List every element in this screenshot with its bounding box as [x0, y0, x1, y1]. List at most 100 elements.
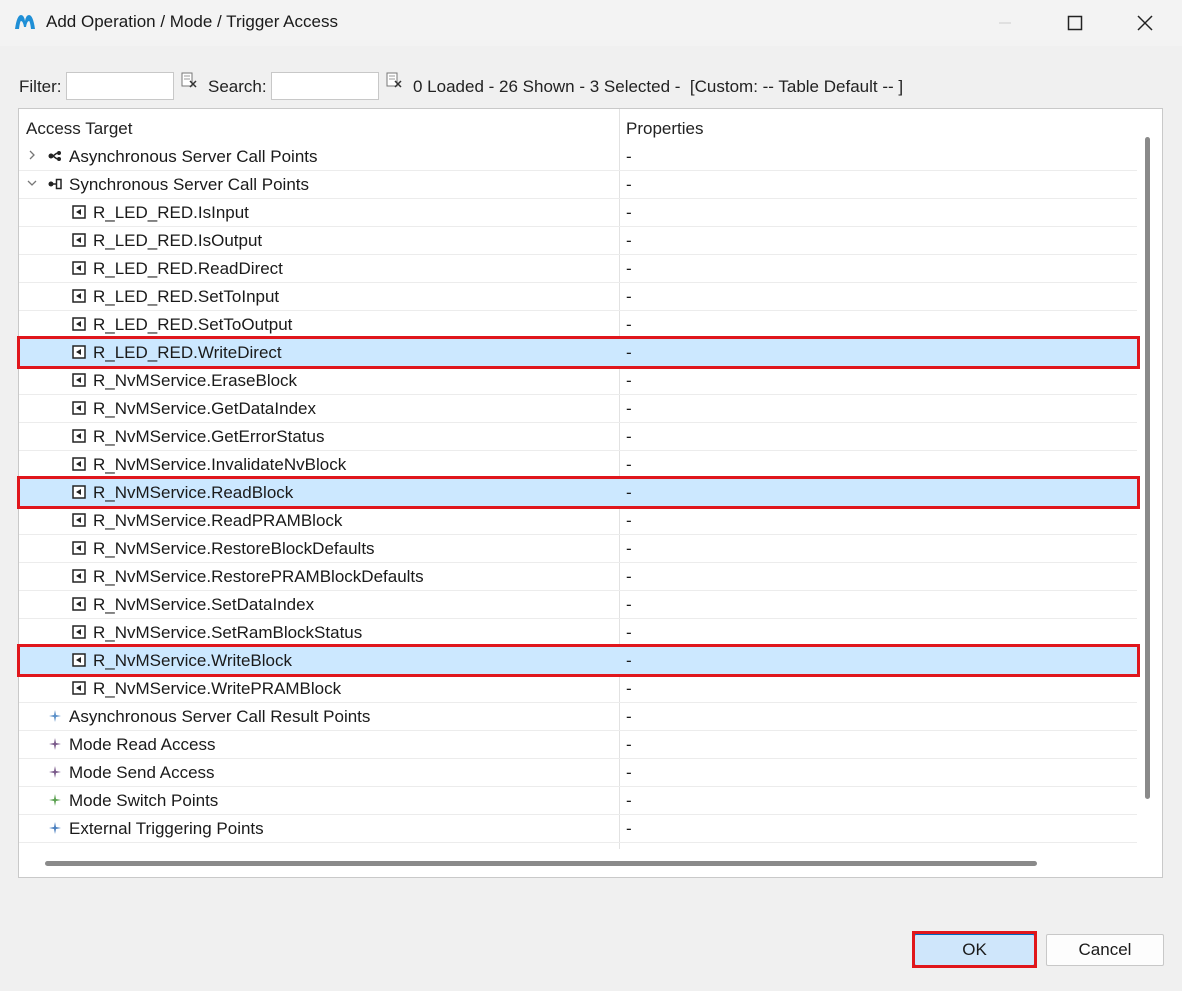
clear-filter-icon[interactable] [181, 72, 197, 88]
row-label: R_NvMService.RestorePRAMBlockDefaults [93, 567, 424, 586]
table-row[interactable]: Mode Read Access - [19, 731, 1137, 759]
operation-icon [72, 597, 86, 611]
sync-server-call-icon [48, 178, 62, 190]
row-label: R_LED_RED.SetToInput [93, 287, 280, 306]
maximize-icon [1067, 15, 1083, 31]
table-row[interactable]: R_NvMService.RestoreBlockDefaults - [19, 535, 1137, 563]
clear-search-icon[interactable] [386, 72, 402, 88]
operation-icon [72, 317, 86, 331]
table-row[interactable]: R_NvMService.GetDataIndex - [19, 395, 1137, 423]
sparkle-icon [49, 710, 61, 722]
chevron-down-icon[interactable] [26, 176, 38, 190]
row-label: R_LED_RED.SetToOutput [93, 315, 293, 334]
title-bar: Add Operation / Mode / Trigger Access [0, 0, 1182, 46]
row-property: - [626, 287, 632, 306]
row-property: - [626, 511, 632, 530]
sparkle-icon [49, 822, 61, 834]
table-row[interactable]: R_NvMService.RestorePRAMBlockDefaults - [19, 563, 1137, 591]
table-row[interactable]: R_NvMService.WriteBlock - [19, 647, 1137, 675]
row-property: - [626, 763, 632, 782]
close-icon [1137, 15, 1153, 31]
operation-icon [72, 569, 86, 583]
row-property: - [626, 427, 632, 446]
row-label: R_LED_RED.IsOutput [93, 231, 263, 250]
close-button[interactable] [1110, 0, 1180, 46]
filter-label: Filter: [19, 77, 62, 96]
row-label: R_NvMService.EraseBlock [93, 371, 298, 390]
row-property: - [626, 819, 632, 838]
table-row[interactable]: Asynchronous Server Call Points - [19, 143, 1137, 171]
row-label: R_NvMService.GetDataIndex [93, 399, 316, 418]
cancel-button[interactable]: Cancel [1046, 934, 1164, 966]
operation-icon [72, 625, 86, 639]
row-property: - [626, 371, 632, 390]
table-row[interactable]: Mode Send Access - [19, 759, 1137, 787]
horizontal-scrollbar[interactable] [45, 861, 1037, 866]
row-label: R_NvMService.WriteBlock [93, 651, 293, 670]
row-label: R_NvMService.InvalidateNvBlock [93, 455, 347, 474]
table-row[interactable]: R_NvMService.ReadBlock - [19, 479, 1137, 507]
table-row[interactable]: R_NvMService.WritePRAMBlock - [19, 675, 1137, 703]
operation-icon [72, 653, 86, 667]
chevron-right-icon[interactable] [26, 148, 38, 162]
row-label: Mode Switch Points [69, 791, 219, 810]
row-property: - [626, 259, 632, 278]
vertical-scrollbar[interactable] [1145, 137, 1150, 799]
row-property: - [626, 175, 632, 194]
table-header: Access Target Properties [19, 109, 1139, 143]
table-row[interactable]: R_NvMService.ReadPRAMBlock - [19, 507, 1137, 535]
ok-button[interactable]: OK [914, 934, 1035, 966]
row-label: R_NvMService.ReadBlock [93, 483, 294, 502]
row-property: - [626, 483, 632, 502]
maximize-button[interactable] [1040, 0, 1110, 46]
filter-input[interactable] [66, 72, 174, 100]
table-row[interactable]: R_LED_RED.IsInput - [19, 199, 1137, 227]
column-header-access-target[interactable]: Access Target [26, 119, 132, 139]
access-target-table: Access Target Properties Asynchronous Se… [18, 108, 1163, 878]
operation-icon [72, 513, 86, 527]
row-label: Mode Send Access [69, 763, 215, 782]
minimize-button[interactable] [970, 0, 1040, 46]
row-label: R_LED_RED.IsInput [93, 203, 249, 222]
table-row[interactable]: R_LED_RED.SetToOutput - [19, 311, 1137, 339]
table-row[interactable]: Mode Switch Points - [19, 787, 1137, 815]
table-row[interactable]: R_LED_RED.ReadDirect - [19, 255, 1137, 283]
window-title: Add Operation / Mode / Trigger Access [46, 12, 338, 31]
table-row[interactable]: R_NvMService.GetErrorStatus - [19, 423, 1137, 451]
table-row[interactable]: R_LED_RED.SetToInput - [19, 283, 1137, 311]
operation-icon [72, 681, 86, 695]
search-input[interactable] [271, 72, 379, 100]
row-property: - [626, 231, 632, 250]
table-row[interactable]: R_NvMService.InvalidateNvBlock - [19, 451, 1137, 479]
row-property: - [626, 315, 632, 334]
row-property: - [626, 147, 632, 166]
table-row[interactable]: R_NvMService.EraseBlock - [19, 367, 1137, 395]
sparkle-icon [49, 738, 61, 750]
row-property: - [626, 455, 632, 474]
status-text: 0 Loaded - 26 Shown - 3 Selected - [Cust… [413, 77, 904, 96]
row-label: R_LED_RED.WriteDirect [93, 343, 282, 362]
row-property: - [626, 343, 632, 362]
table-row[interactable]: Asynchronous Server Call Result Points - [19, 703, 1137, 731]
row-property: - [626, 567, 632, 586]
table-row[interactable]: R_LED_RED.WriteDirect - [19, 339, 1137, 367]
row-property: - [626, 679, 632, 698]
row-property: - [626, 399, 632, 418]
column-header-properties[interactable]: Properties [626, 119, 703, 139]
table-row[interactable]: External Triggering Points - [19, 815, 1137, 843]
row-label: Mode Read Access [69, 735, 216, 754]
table-row[interactable]: Synchronous Server Call Points - [19, 171, 1137, 199]
search-label: Search: [208, 77, 267, 96]
table-row[interactable]: R_LED_RED.IsOutput - [19, 227, 1137, 255]
app-logo-icon [15, 15, 35, 29]
sparkle-icon [49, 766, 61, 778]
table-row[interactable]: R_NvMService.SetRamBlockStatus - [19, 619, 1137, 647]
row-label: R_NvMService.GetErrorStatus [93, 427, 325, 446]
row-property: - [626, 791, 632, 810]
row-label: R_NvMService.SetDataIndex [93, 595, 315, 614]
operation-icon [72, 345, 86, 359]
operation-icon [72, 401, 86, 415]
table-row[interactable]: R_NvMService.SetDataIndex - [19, 591, 1137, 619]
row-label: External Triggering Points [69, 819, 264, 838]
row-label: Synchronous Server Call Points [69, 175, 310, 194]
